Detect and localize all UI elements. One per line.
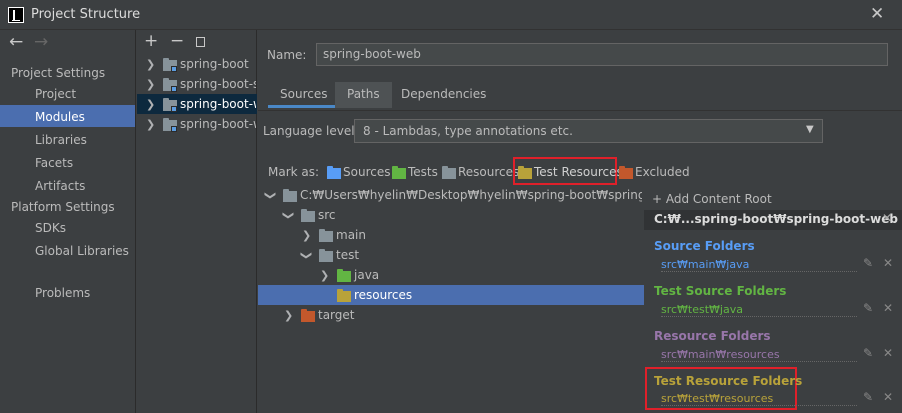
section-project-settings: Project Settings: [11, 66, 106, 80]
sidebar-item-sdks[interactable]: SDKs: [35, 221, 66, 235]
folder-icon: [319, 249, 333, 262]
module-marker-icon: [171, 106, 177, 112]
intellij-app-icon: [8, 7, 24, 23]
delete-icon[interactable]: ✕: [883, 390, 893, 404]
tree-selection: [258, 285, 644, 305]
sidebar-item-artifacts[interactable]: Artifacts: [35, 179, 85, 193]
remove-icon[interactable]: −: [170, 31, 184, 51]
tab-paths[interactable]: Paths: [335, 82, 392, 108]
test-source-folders-title: Test Source Folders: [654, 284, 787, 298]
module-item-selected[interactable]: spring-boot-w: [180, 97, 256, 111]
sidebar-item-facets[interactable]: Facets: [35, 156, 73, 170]
delete-icon[interactable]: ✕: [883, 301, 893, 315]
expand-chevron-icon[interactable]: ❯: [302, 229, 311, 242]
folder-icon: [319, 229, 333, 242]
delete-icon[interactable]: ✕: [883, 256, 893, 270]
tree-node-test[interactable]: test: [336, 248, 359, 262]
module-marker-icon: [171, 126, 177, 132]
sources-folder-icon: [327, 166, 341, 179]
mark-sources-button[interactable]: Sources: [343, 165, 390, 179]
sidebar-item-problems[interactable]: Problems: [35, 286, 90, 300]
forward-arrow-icon[interactable]: →: [34, 32, 48, 52]
source-folders-title: Source Folders: [654, 239, 755, 253]
delete-icon[interactable]: ✕: [883, 346, 893, 360]
close-icon[interactable]: ✕: [870, 4, 884, 24]
module-item[interactable]: spring-boot-st: [180, 77, 256, 91]
module-marker-icon: [171, 66, 177, 72]
expand-chevron-icon[interactable]: ❯: [146, 58, 155, 71]
sidebar-item-libraries[interactable]: Libraries: [35, 133, 87, 147]
expand-chevron-icon[interactable]: ❯: [284, 309, 293, 322]
module-name-input[interactable]: spring-boot-web: [316, 43, 888, 66]
resources-folder-icon: [442, 166, 456, 179]
test-resources-folder-icon: [337, 289, 351, 302]
resource-folders-title: Resource Folders: [654, 329, 771, 343]
language-level-label: Language level:: [263, 124, 359, 138]
tree-node-target[interactable]: target: [318, 308, 355, 322]
module-item[interactable]: spring-boot: [180, 57, 249, 71]
name-label: Name:: [267, 48, 307, 62]
module-item[interactable]: spring-boot-w: [180, 117, 256, 131]
remove-content-root-icon[interactable]: ✕: [882, 211, 892, 225]
tests-folder-icon: [392, 166, 406, 179]
mark-tests-button[interactable]: Tests: [408, 165, 438, 179]
back-arrow-icon[interactable]: ←: [9, 32, 23, 52]
test-folder-icon: [337, 269, 351, 282]
tree-node-java[interactable]: java: [354, 268, 379, 282]
edit-icon[interactable]: ✎: [863, 301, 873, 315]
test-resource-folder-path[interactable]: src₩test₩resources: [661, 392, 857, 406]
excluded-folder-icon: [619, 166, 633, 179]
source-folder-path[interactable]: src₩main₩java: [661, 258, 857, 272]
section-platform-settings: Platform Settings: [11, 200, 115, 214]
module-marker-icon: [171, 86, 177, 92]
sidebar-item-project[interactable]: Project: [35, 87, 76, 101]
test-resource-folders-title: Test Resource Folders: [654, 374, 803, 388]
collapse-chevron-icon[interactable]: ❯: [264, 191, 277, 200]
expand-chevron-icon[interactable]: ❯: [146, 98, 155, 111]
mark-resources-button[interactable]: Resources: [458, 165, 519, 179]
tabs-divider: [258, 110, 902, 111]
expand-chevron-icon[interactable]: ❯: [146, 118, 155, 131]
test-source-folder-path[interactable]: src₩test₩java: [661, 303, 857, 317]
collapse-chevron-icon[interactable]: ❯: [282, 211, 295, 220]
test-resources-folder-icon: [518, 166, 532, 179]
edit-icon[interactable]: ✎: [863, 390, 873, 404]
add-content-root-button[interactable]: + Add Content Root: [652, 192, 772, 206]
copy-icon[interactable]: [196, 37, 205, 47]
collapse-chevron-icon[interactable]: ❯: [300, 251, 313, 260]
expand-chevron-icon[interactable]: ❯: [320, 269, 329, 282]
add-icon[interactable]: +: [144, 31, 158, 51]
resource-folder-path[interactable]: src₩main₩resources: [661, 348, 857, 362]
sidebar-item-global-libraries[interactable]: Global Libraries: [35, 244, 129, 258]
mark-excluded-button[interactable]: Excluded: [635, 165, 690, 179]
sidebar-item-modules[interactable]: Modules: [35, 110, 85, 124]
language-level-select[interactable]: 8 - Lambdas, type annotations etc.: [354, 119, 823, 143]
expand-chevron-icon[interactable]: ❯: [146, 78, 155, 91]
tree-root[interactable]: C:₩Users₩hyelin₩Desktop₩hyelin₩spring-bo…: [300, 188, 642, 202]
dropdown-arrow-icon[interactable]: ▼: [806, 124, 814, 135]
tree-node-src[interactable]: src: [318, 208, 336, 222]
folder-icon: [283, 189, 297, 202]
mark-test-resources-button[interactable]: Test Resources: [534, 165, 623, 179]
excluded-folder-icon: [301, 309, 315, 322]
content-root-header: C:₩...spring-boot₩spring-boot-web: [654, 212, 898, 226]
edit-icon[interactable]: ✎: [863, 256, 873, 270]
tab-sources[interactable]: Sources: [268, 82, 340, 108]
tree-node-resources[interactable]: resources: [354, 288, 412, 302]
tab-dependencies[interactable]: Dependencies: [389, 82, 498, 108]
mark-as-label: Mark as:: [268, 165, 320, 179]
tree-node-main[interactable]: main: [336, 228, 366, 242]
window-title: Project Structure: [31, 7, 141, 22]
folder-icon: [301, 209, 315, 222]
edit-icon[interactable]: ✎: [863, 346, 873, 360]
